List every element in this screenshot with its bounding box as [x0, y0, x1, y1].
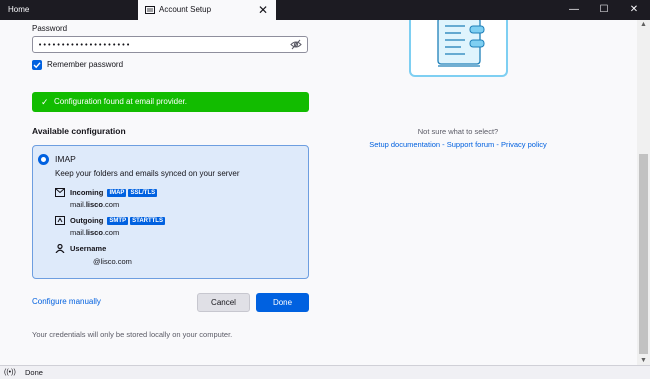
link-separator: -: [494, 140, 501, 149]
maximize-button[interactable]: ☐: [590, 0, 618, 20]
link-separator: -: [440, 140, 447, 149]
scroll-thumb[interactable]: [639, 154, 648, 354]
success-notification: ✓ Configuration found at email provider.: [32, 92, 309, 112]
password-field[interactable]: [32, 36, 308, 53]
remember-password-label: Remember password: [47, 60, 124, 69]
imap-config-card[interactable]: IMAP Keep your folders and emails synced…: [32, 145, 309, 279]
close-window-button[interactable]: ✕: [620, 0, 648, 20]
credentials-note: Your credentials will only be stored loc…: [32, 330, 233, 339]
username-label: Username: [70, 244, 107, 253]
account-setup-content: Password Remember password ✓ Configurati…: [0, 20, 637, 365]
scroll-up-icon[interactable]: ▲: [637, 21, 650, 28]
username-value: @lisco.com: [93, 257, 132, 266]
outgoing-host: mail.lisco.com: [70, 228, 120, 237]
document-illustration-icon: [437, 20, 485, 67]
title-bar: Home Account Setup ✕ — ☐ ✕: [0, 0, 650, 20]
cancel-button[interactable]: Cancel: [197, 293, 250, 312]
hide-password-icon[interactable]: [290, 39, 302, 50]
incoming-security-badge: SSL/TLS: [128, 189, 158, 197]
status-bar: ((•)) Done: [0, 365, 650, 379]
outgoing-mail-icon: [55, 216, 65, 225]
password-input[interactable]: [38, 38, 278, 51]
outgoing-protocol-badge: SMTP: [107, 217, 129, 225]
outgoing-server-row: Outgoing SMTP STARTTLS: [70, 216, 165, 225]
incoming-host: mail.lisco.com: [70, 200, 120, 209]
configure-manually-link[interactable]: Configure manually: [32, 297, 101, 306]
activity-icon: ((•)): [4, 369, 16, 376]
imap-radio[interactable]: [38, 154, 49, 165]
support-forum-link[interactable]: Support forum: [447, 140, 495, 149]
help-prompt: Not sure what to select?: [417, 127, 499, 136]
user-icon: [55, 244, 65, 253]
available-configuration-heading: Available configuration: [32, 126, 126, 136]
help-links: Setup documentation - Support forum - Pr…: [363, 140, 553, 149]
incoming-label: Incoming: [70, 188, 104, 197]
setup-illustration: [409, 20, 508, 77]
close-tab-icon[interactable]: ✕: [258, 0, 268, 20]
tab-home-label: Home: [8, 5, 30, 14]
vertical-scrollbar[interactable]: ▲ ▼: [637, 20, 650, 365]
setup-documentation-link[interactable]: Setup documentation: [369, 140, 440, 149]
scroll-down-icon[interactable]: ▼: [637, 357, 650, 364]
tab-home[interactable]: Home: [0, 0, 138, 20]
check-icon: ✓: [41, 97, 49, 107]
password-label: Password: [32, 24, 68, 33]
mail-setup-icon: [145, 6, 155, 14]
minimize-button[interactable]: —: [560, 0, 588, 20]
remember-password-checkbox[interactable]: [32, 60, 42, 70]
tab-account-setup[interactable]: Account Setup ✕: [138, 0, 276, 20]
outgoing-security-badge: STARTTLS: [130, 217, 165, 225]
incoming-protocol-badge: IMAP: [107, 189, 127, 197]
outgoing-label: Outgoing: [70, 216, 104, 225]
protocol-description: Keep your folders and emails synced on y…: [55, 169, 240, 178]
tab-account-setup-label: Account Setup: [159, 5, 212, 14]
privacy-policy-link[interactable]: Privacy policy: [501, 140, 547, 149]
incoming-server-row: Incoming IMAP SSL/TLS: [70, 188, 158, 197]
success-message: Configuration found at email provider.: [54, 97, 187, 106]
protocol-title: IMAP: [55, 154, 76, 164]
status-text: Done: [25, 368, 43, 377]
done-button[interactable]: Done: [256, 293, 309, 312]
checkmark-icon: [33, 62, 41, 69]
incoming-mail-icon: [55, 188, 65, 197]
